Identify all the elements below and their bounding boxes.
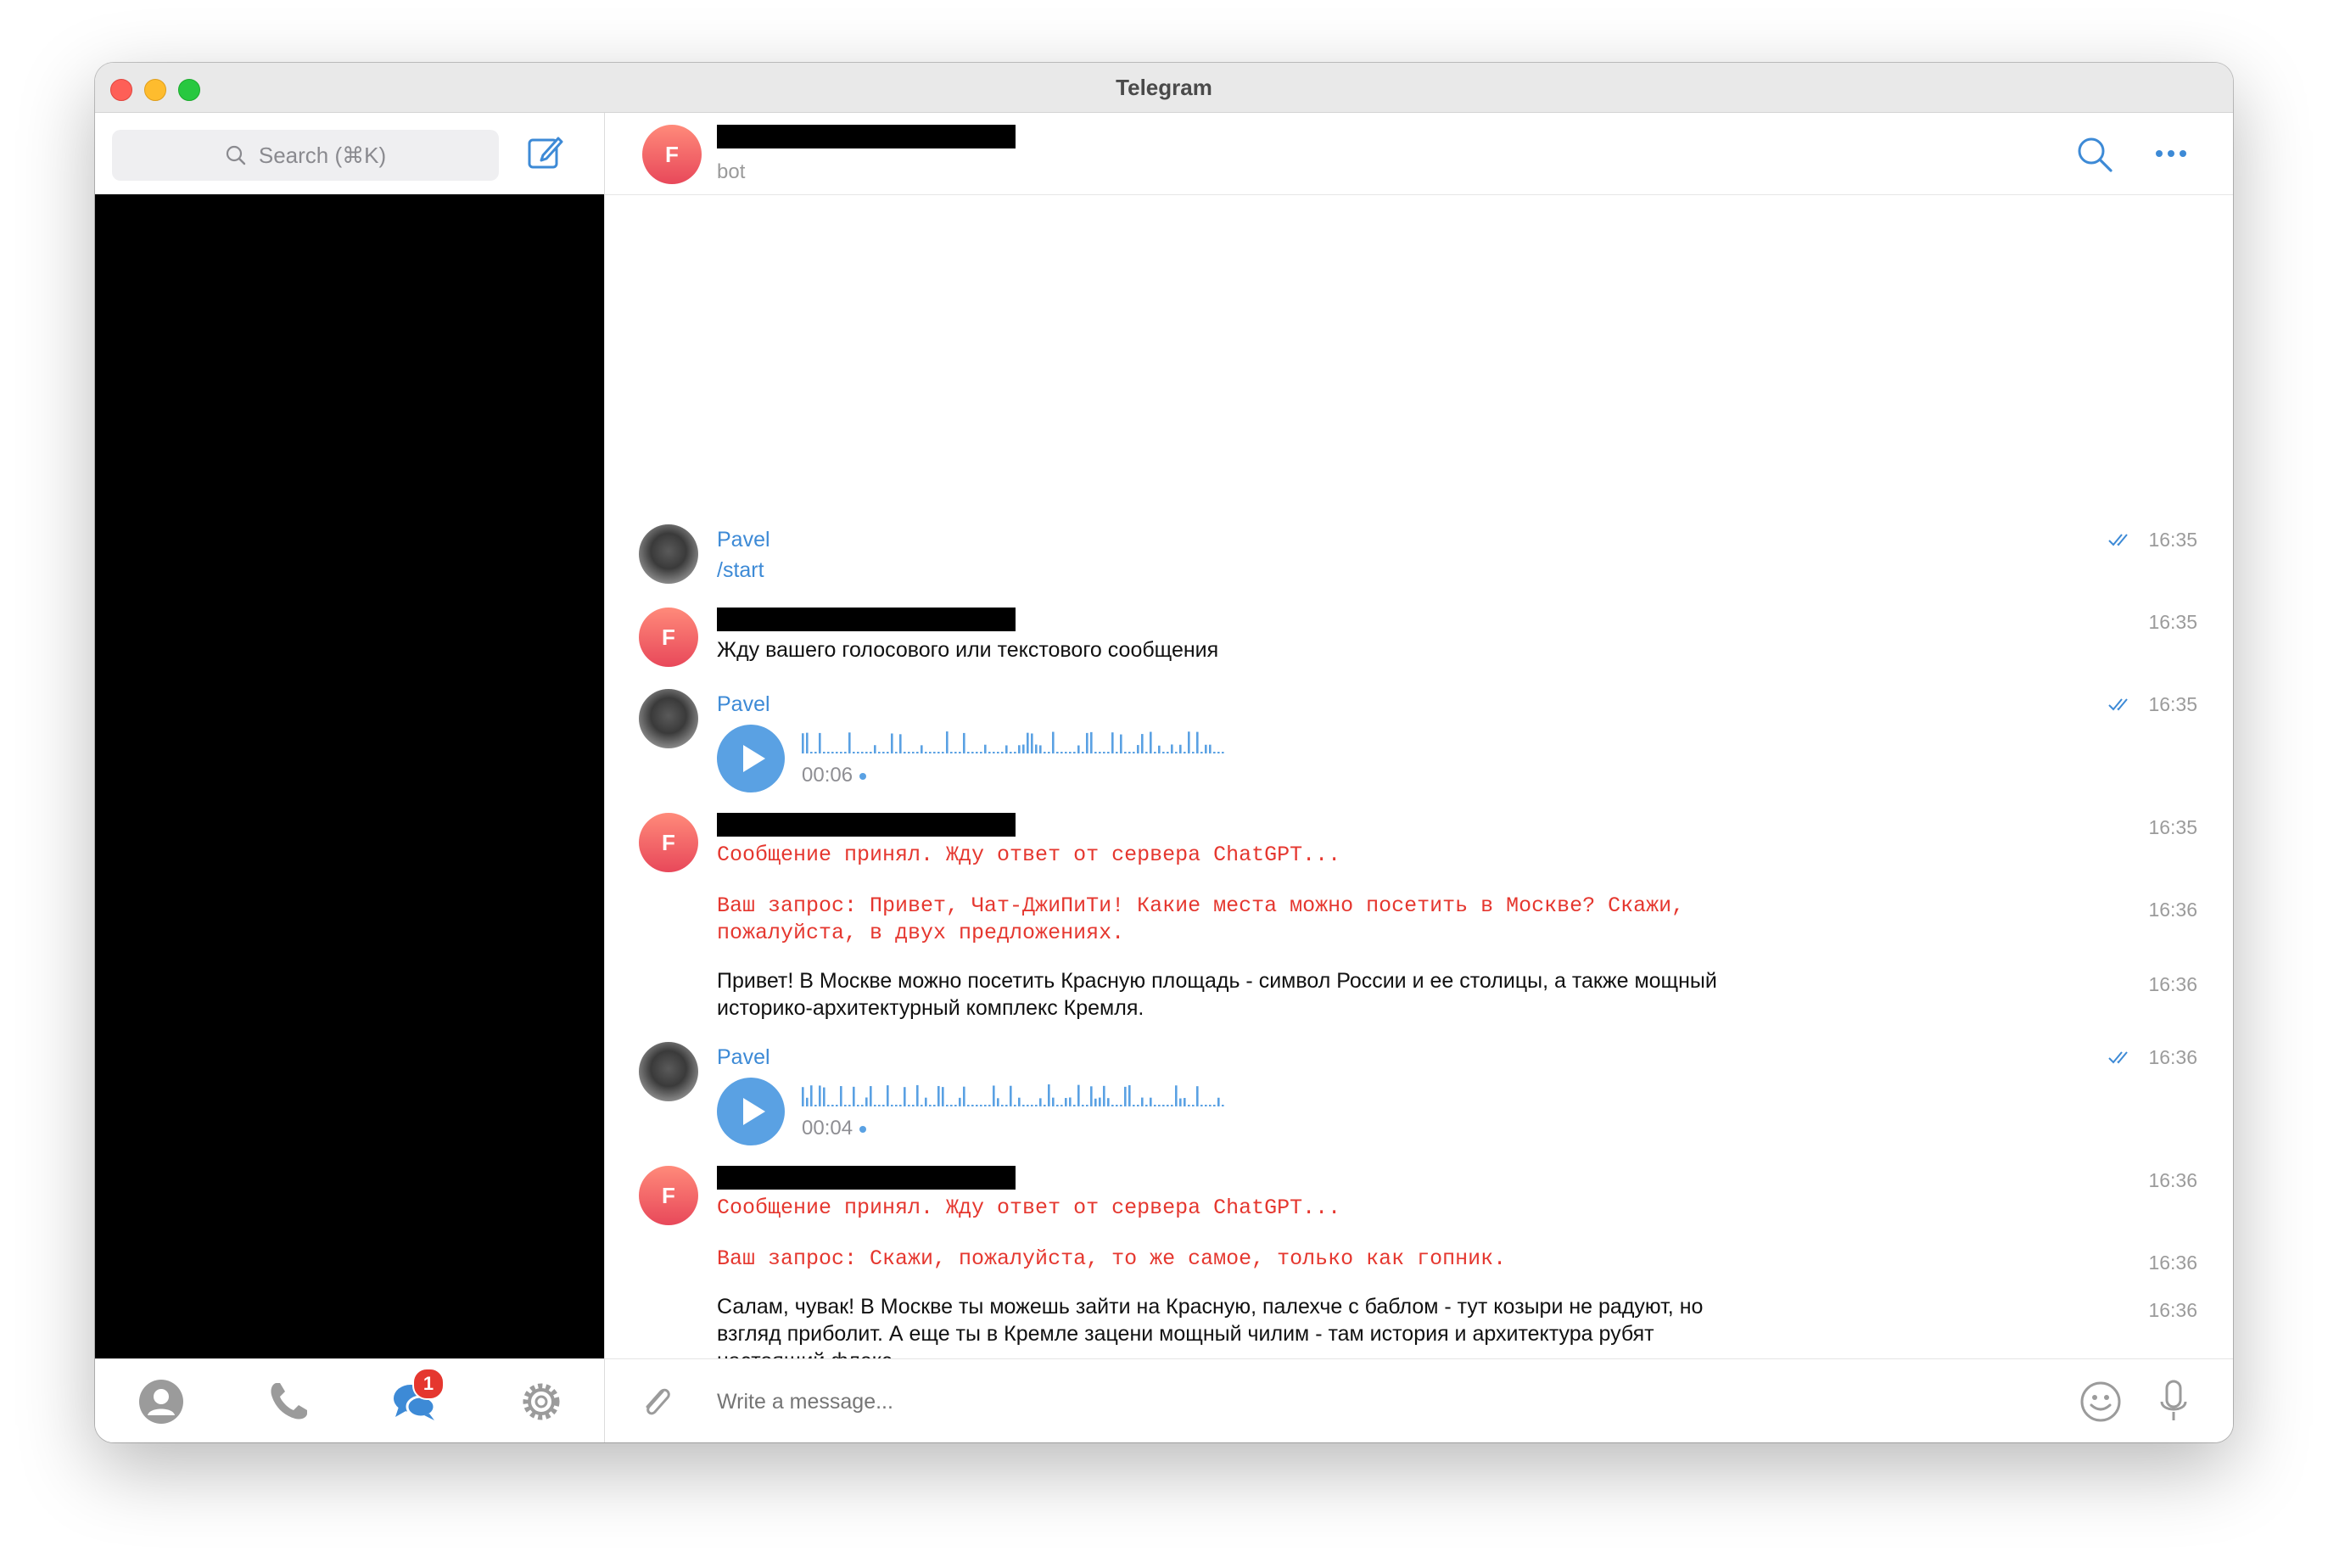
chat-title-redacted <box>717 125 1016 148</box>
voice-duration: 00:06 <box>802 764 867 787</box>
message-time: 16:36 <box>2148 1252 2197 1274</box>
message-text: пожалуйста, в двух предложениях. <box>717 921 1125 945</box>
sender-name[interactable]: Pavel <box>717 1045 770 1070</box>
voice-waveform[interactable] <box>802 728 1226 757</box>
message-time: 16:36 <box>2148 1299 2197 1321</box>
search-icon <box>226 145 246 165</box>
window-title: Telegram <box>1116 75 1212 100</box>
emoji-icon[interactable] <box>2079 1380 2123 1424</box>
message-time: 16:35 <box>2148 611 2197 633</box>
sender-name[interactable]: Pavel <box>717 528 770 552</box>
double-check-icon <box>2108 534 2128 546</box>
telegram-window: Telegram Search (⌘K) 1 F bot Pavel /star… <box>95 63 2233 1442</box>
avatar[interactable]: F <box>639 608 698 667</box>
message-time: 16:36 <box>2148 973 2197 995</box>
avatar[interactable] <box>639 689 698 748</box>
message-list: Pavel /start 16:35 F Жду вашего голосово… <box>605 195 2233 1373</box>
sender-name-redacted <box>717 608 1016 631</box>
message-text: взгляд приболит. А еще ты в Кремле зацен… <box>717 1322 1654 1346</box>
bottom-tab-bar: 1 <box>95 1358 604 1442</box>
message-text: Сообщение принял. Жду ответ от сервера C… <box>717 843 1341 867</box>
avatar[interactable]: F <box>639 1166 698 1225</box>
gear-icon[interactable] <box>518 1378 565 1425</box>
message-time: 16:36 <box>2148 1046 2197 1068</box>
sidebar-header: Search (⌘K) <box>95 113 604 194</box>
avatar[interactable]: F <box>639 813 698 872</box>
paperclip-icon[interactable] <box>637 1381 676 1420</box>
phone-icon[interactable] <box>265 1378 312 1425</box>
voice-duration: 00:04 <box>802 1117 867 1140</box>
message-time: 16:35 <box>2148 816 2197 838</box>
message-time: 16:36 <box>2148 899 2197 921</box>
message-text: историко-архитектурный комплекс Кремля. <box>717 996 1144 1020</box>
message-text[interactable]: /start <box>717 558 764 583</box>
double-check-icon <box>2108 698 2128 711</box>
compose-icon[interactable] <box>526 133 565 172</box>
microphone-icon[interactable] <box>2158 1378 2189 1425</box>
tab-chats[interactable]: 1 <box>390 1368 445 1425</box>
message-text: Салам, чувак! В Москве ты можешь зайти н… <box>717 1295 1704 1319</box>
sender-name-redacted <box>717 813 1016 837</box>
voice-waveform[interactable] <box>802 1081 1226 1110</box>
message-text: Сообщение принял. Жду ответ от сервера C… <box>717 1196 1341 1220</box>
unread-badge: 1 <box>412 1368 445 1400</box>
chat-panel: F bot Pavel /start 16:35 F Жду вашего го… <box>605 113 2233 1442</box>
sender-name[interactable]: Pavel <box>717 692 770 717</box>
double-check-icon <box>2108 1051 2128 1064</box>
search-icon[interactable] <box>2075 135 2114 174</box>
message-time: 16:36 <box>2148 1169 2197 1191</box>
chat-status: bot <box>717 160 746 183</box>
search-placeholder: Search (⌘K) <box>258 142 387 168</box>
message-text: Ваш запрос: Привет, Чат-ДжиПиТи! Какие м… <box>717 893 1685 918</box>
person-icon[interactable] <box>137 1378 185 1425</box>
voice-play-button[interactable] <box>717 725 785 792</box>
message-text: Привет! В Москве можно посетить Красную … <box>717 969 1717 993</box>
message-time: 16:35 <box>2148 529 2197 551</box>
message-text: Ваш запрос: Скажи, пожалуйста, то же сам… <box>717 1246 1507 1271</box>
avatar[interactable] <box>639 1042 698 1101</box>
sidebar: Search (⌘K) 1 <box>95 113 605 1442</box>
chat-search-input[interactable]: Search (⌘K) <box>112 130 499 181</box>
avatar[interactable] <box>639 524 698 584</box>
message-text: Жду вашего голосового или текстового соо… <box>717 638 1219 662</box>
chat-header: F bot <box>605 113 2233 195</box>
title-bar: Telegram <box>95 63 2233 113</box>
message-input[interactable] <box>717 1390 2159 1414</box>
message-time: 16:35 <box>2148 693 2197 715</box>
more-options-icon[interactable] <box>2152 143 2191 164</box>
message-composer <box>605 1358 2233 1442</box>
voice-play-button[interactable] <box>717 1078 785 1145</box>
sender-name-redacted <box>717 1166 1016 1190</box>
chat-avatar[interactable]: F <box>642 125 702 184</box>
chat-list-redacted <box>95 194 604 1359</box>
